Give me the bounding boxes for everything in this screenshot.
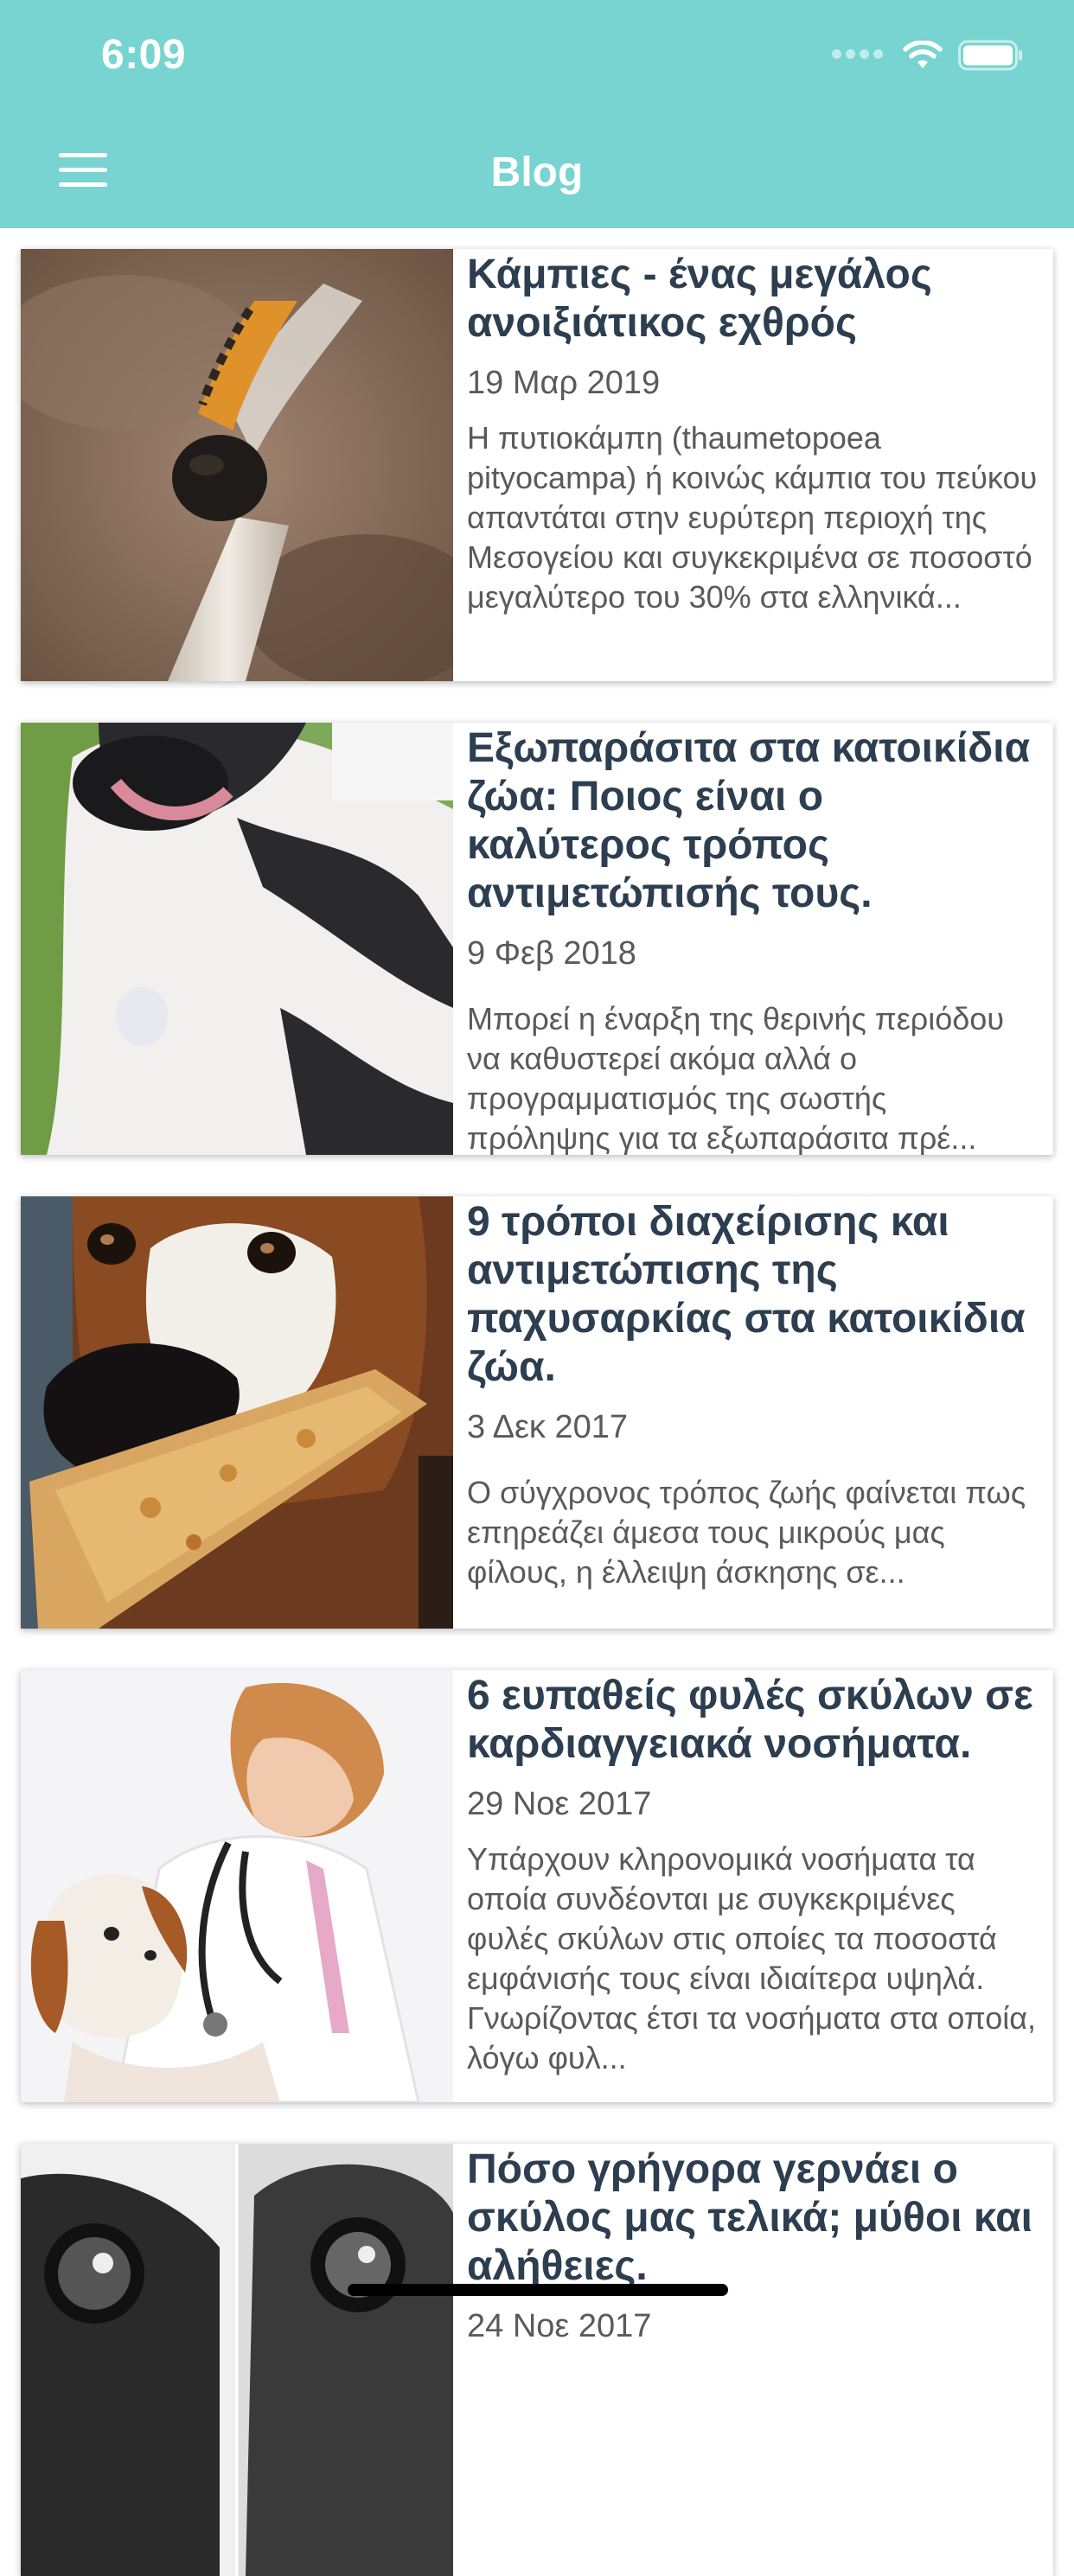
nav-bar: Blog [0, 130, 1074, 213]
post-date: 19 Μαρ 2019 [467, 365, 661, 401]
blog-post-card[interactable]: Πόσο γρήγορα γερνάει ο σκύλος μας τελικά… [21, 2144, 1053, 2576]
post-title[interactable]: Εξωπαράσιτα στα κατοικίδια ζώα: Ποιος εί… [467, 723, 1038, 918]
post-excerpt: Ο σύγχρονος τρόπος ζωής φαίνεται πως επη… [467, 1475, 1026, 1590]
post-excerpt: Η πυτιοκάμπη (thaumetopoea pityocampa) ή… [467, 420, 1038, 615]
status-icons [832, 40, 1024, 71]
post-excerpt: Μπορεί η έναρξη της θερινής περιόδου να … [467, 1001, 1005, 1155]
post-date: 9 Φεβ 2018 [467, 935, 636, 972]
post-date: 3 Δεκ 2017 [467, 1409, 629, 1445]
post-content: Κάμπιες - ένας μεγάλος ανοιξιάτικος εχθρ… [467, 249, 1038, 681]
post-content: Εξωπαράσιτα στα κατοικίδια ζώα: Ποιος εί… [467, 723, 1038, 1155]
pug-thumbnail [21, 2144, 453, 2576]
blog-post-card[interactable]: 9 τρόποι διαχείρισης και αντιμετώπισης τ… [21, 1196, 1053, 1629]
caterpillar-thumbnail [21, 249, 453, 681]
vet-puppy-thumbnail [21, 1670, 453, 2102]
app-header: 6:09 Blog [0, 0, 1074, 228]
wifi-icon [903, 41, 943, 68]
home-indicator[interactable] [348, 2284, 728, 2296]
post-content: 6 ευπαθείς φυλές σκύλων σε καρδιαγγειακά… [467, 1670, 1038, 2102]
blog-post-card[interactable]: Κάμπιες - ένας μεγάλος ανοιξιάτικος εχθρ… [21, 249, 1053, 681]
husky-thumbnail [21, 723, 453, 1155]
blog-post-card[interactable]: Εξωπαράσιτα στα κατοικίδια ζώα: Ποιος εί… [21, 723, 1053, 1155]
blog-post-card[interactable]: 6 ευπαθείς φυλές σκύλων σε καρδιαγγειακά… [21, 1670, 1053, 2102]
post-title[interactable]: Κάμπιες - ένας μεγάλος ανοιξιάτικος εχθρ… [467, 249, 1038, 348]
signal-icon [832, 48, 887, 63]
post-date: 24 Νοε 2017 [467, 2308, 652, 2344]
status-time: 6:09 [101, 32, 187, 78]
post-date: 29 Νοε 2017 [467, 1786, 652, 1822]
post-content: Πόσο γρήγορα γερνάει ο σκύλος μας τελικά… [467, 2144, 1038, 2576]
post-title[interactable]: Πόσο γρήγορα γερνάει ο σκύλος μας τελικά… [467, 2144, 1038, 2291]
battery-icon [958, 40, 1022, 71]
page-title: Blog [490, 150, 584, 195]
post-title[interactable]: 9 τρόποι διαχείρισης και αντιμετώπισης τ… [467, 1196, 1038, 1392]
post-content: 9 τρόποι διαχείρισης και αντιμετώπισης τ… [467, 1196, 1038, 1629]
post-title[interactable]: 6 ευπαθείς φυλές σκύλων σε καρδιαγγειακά… [467, 1670, 1038, 1769]
dog-pizza-thumbnail [21, 1196, 453, 1629]
post-excerpt: Υπάρχουν κληρονομικά νοσήματα τα οποία σ… [467, 1841, 1037, 2075]
